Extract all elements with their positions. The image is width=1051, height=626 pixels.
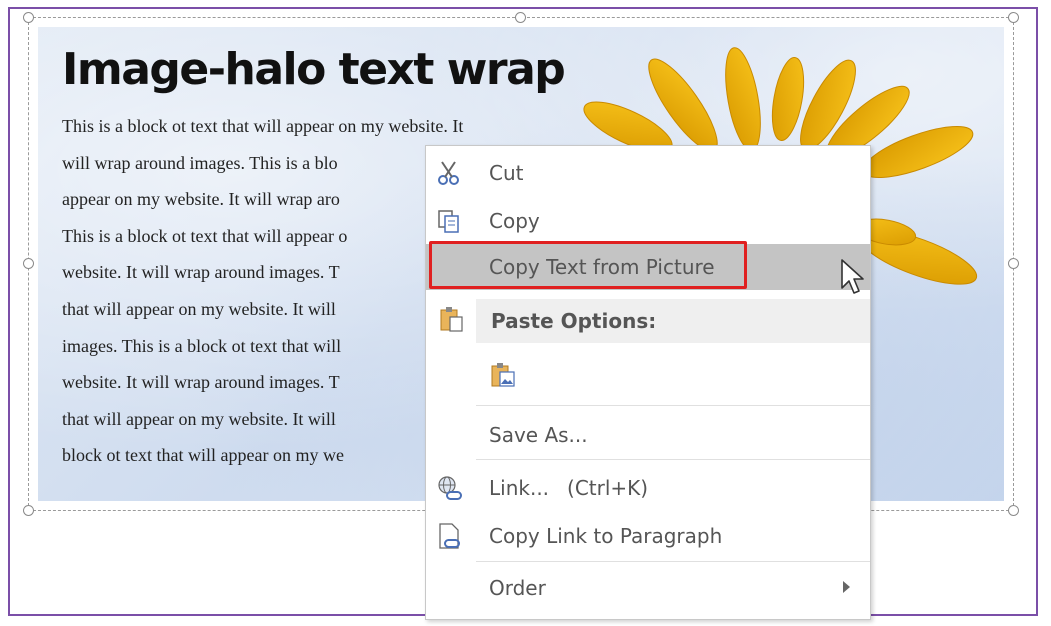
resize-handle-bottom-left[interactable] xyxy=(23,505,34,516)
menu-item-label: Copy xyxy=(489,209,540,233)
menu-item-label: Cut xyxy=(489,161,524,185)
menu-item-label: Save As... xyxy=(489,423,588,447)
link-icon xyxy=(438,476,462,500)
resize-handle-middle-right[interactable] xyxy=(1008,258,1019,269)
copy-link-icon xyxy=(439,523,460,549)
resize-handle-top-left[interactable] xyxy=(23,12,34,23)
menu-separator xyxy=(476,561,870,562)
context-menu: Cut Copy Copy Text from Picture Paste Op… xyxy=(425,145,871,620)
menu-separator xyxy=(476,405,870,406)
resize-handle-top-center[interactable] xyxy=(515,12,526,23)
chevron-right-icon xyxy=(843,581,850,593)
menu-item-order[interactable]: Order xyxy=(426,565,870,611)
clipboard-icon xyxy=(440,307,463,332)
menu-separator xyxy=(476,459,870,460)
copy-icon xyxy=(438,210,459,233)
resize-handle-top-right[interactable] xyxy=(1008,12,1019,23)
paste-options-header: Paste Options: xyxy=(476,299,870,343)
menu-item-cut[interactable]: Cut xyxy=(426,150,870,196)
mouse-pointer-icon xyxy=(841,259,864,294)
paste-options-label: Paste Options: xyxy=(491,309,657,333)
link-shortcut: (Ctrl+K) xyxy=(567,476,649,500)
highlight-outline xyxy=(429,241,747,289)
menu-item-copy-link-to-paragraph[interactable]: Copy Link to Paragraph xyxy=(426,513,870,559)
menu-item-label: Order xyxy=(489,576,546,600)
resize-handle-bottom-right[interactable] xyxy=(1008,505,1019,516)
paste-picture-option[interactable] xyxy=(484,352,528,398)
menu-item-copy[interactable]: Copy xyxy=(426,198,870,244)
menu-item-label: Link... (Ctrl+K) xyxy=(489,476,649,500)
scissors-icon xyxy=(438,161,459,185)
menu-item-link[interactable]: Link... (Ctrl+K) xyxy=(426,465,870,511)
menu-item-label: Copy Link to Paragraph xyxy=(489,524,723,548)
paste-picture-icon xyxy=(491,363,515,387)
menu-item-save-as[interactable]: Save As... xyxy=(426,412,870,458)
resize-handle-middle-left[interactable] xyxy=(23,258,34,269)
